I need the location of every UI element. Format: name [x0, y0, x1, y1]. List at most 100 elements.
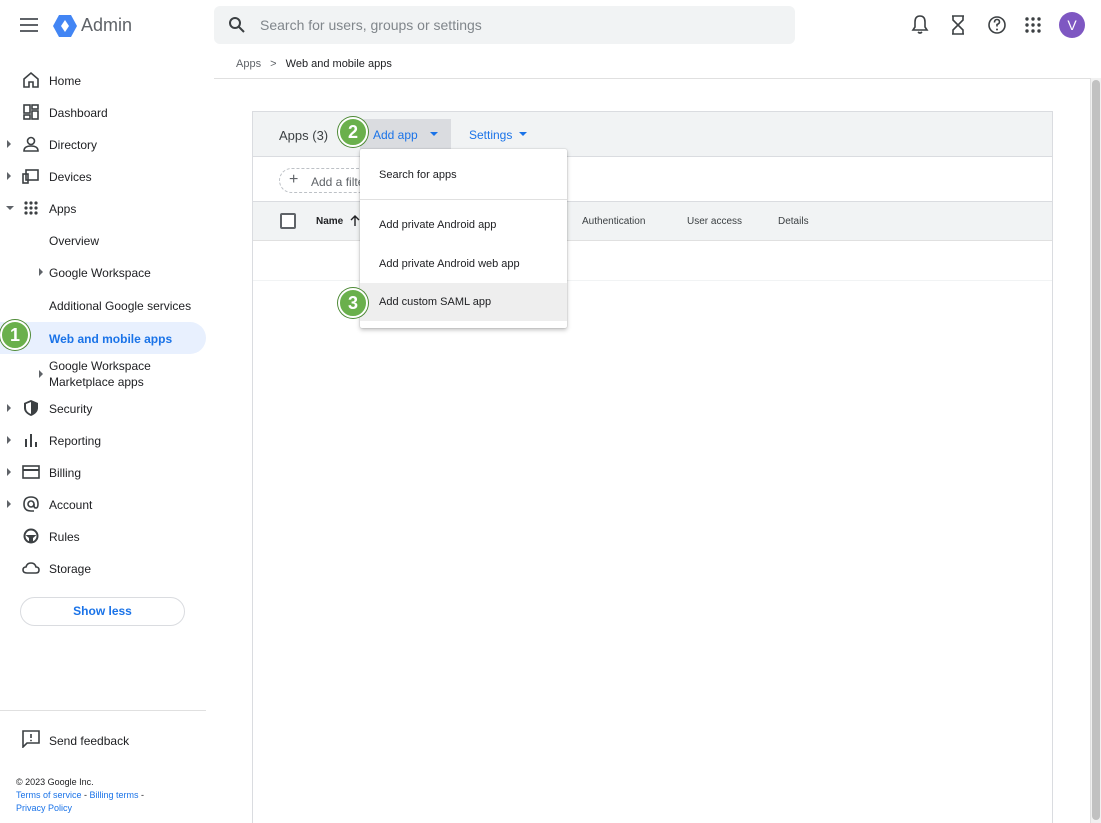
- expand-caret-icon[interactable]: [39, 268, 43, 276]
- menu-item-label: Add custom SAML app: [379, 296, 492, 308]
- sidebar-item-overview[interactable]: Overview: [0, 225, 206, 255]
- sidebar-item-label: Storage: [49, 562, 92, 576]
- column-details[interactable]: Details: [778, 216, 809, 227]
- avatar[interactable]: V: [1059, 12, 1085, 38]
- expand-caret-icon[interactable]: [7, 500, 11, 508]
- billing-terms-link[interactable]: Billing terms: [90, 790, 139, 800]
- menu-item-add-private-android-web-app[interactable]: Add private Android web app: [360, 245, 567, 283]
- at-sign-icon: [23, 496, 39, 512]
- sidebar-item-account[interactable]: Account: [0, 489, 206, 519]
- send-feedback-label: Send feedback: [49, 734, 130, 748]
- breadcrumb-divider: [214, 78, 1090, 79]
- bar-chart-icon: [25, 434, 37, 447]
- devices-icon: [22, 169, 39, 184]
- sidebar-item-apps[interactable]: Apps: [0, 193, 206, 223]
- expand-caret-icon[interactable]: [7, 404, 11, 412]
- settings-button[interactable]: Settings: [469, 128, 512, 142]
- search-icon: [229, 17, 245, 33]
- select-all-checkbox[interactable]: [280, 213, 296, 229]
- dropdown-arrow-icon: [430, 132, 438, 136]
- apps-grid-icon[interactable]: [1025, 17, 1041, 33]
- sidebar-item-dashboard[interactable]: Dashboard: [0, 97, 206, 127]
- help-icon[interactable]: [987, 14, 1007, 36]
- feedback-icon: [22, 730, 40, 748]
- sidebar-item-label: Rules: [49, 530, 80, 544]
- collapse-caret-icon[interactable]: [6, 206, 14, 210]
- expand-caret-icon[interactable]: [7, 468, 11, 476]
- sidebar-item-web-and-mobile-apps[interactable]: Web and mobile apps: [0, 322, 206, 354]
- settings-dropdown-arrow-icon[interactable]: [519, 132, 527, 136]
- step-badge-1: 1: [0, 320, 30, 350]
- sidebar-item-rules[interactable]: Rules: [0, 521, 206, 551]
- sidebar-item-label: Overview: [49, 234, 100, 248]
- menu-item-label: Search for apps: [379, 169, 457, 181]
- menu-item-label: Add private Android web app: [379, 258, 520, 270]
- menu-item-label: Add private Android app: [379, 219, 497, 231]
- admin-logo-icon: [53, 15, 77, 37]
- top-bar: Admin V: [0, 0, 1101, 52]
- sidebar-item-storage[interactable]: Storage: [0, 553, 206, 583]
- expand-caret-icon[interactable]: [7, 140, 11, 148]
- shield-icon: [24, 400, 38, 416]
- sidebar-item-label: Dashboard: [49, 106, 108, 120]
- sidebar-item-google-workspace[interactable]: Google Workspace: [0, 257, 206, 287]
- expand-caret-icon[interactable]: [7, 172, 11, 180]
- terms-of-service-link[interactable]: Terms of service: [16, 790, 82, 800]
- sidebar-item-label: Billing: [49, 466, 82, 480]
- sidebar-item-marketplace-apps[interactable]: Google Workspace Marketplace apps: [0, 356, 206, 392]
- apps-grid-icon: [24, 201, 38, 215]
- sidebar-item-label: Web and mobile apps: [49, 332, 173, 346]
- dashboard-icon: [23, 104, 39, 120]
- page-scrollbar[interactable]: [1090, 78, 1101, 823]
- column-user-access[interactable]: User access: [687, 216, 742, 227]
- column-authentication[interactable]: Authentication: [582, 216, 645, 227]
- step-badge-2: 2: [338, 117, 368, 147]
- sidebar-item-label: Home: [49, 74, 82, 88]
- breadcrumb: Apps > Web and mobile apps: [236, 58, 392, 70]
- sidebar-item-label: Google Workspace: [49, 359, 151, 373]
- main-menu-icon[interactable]: [18, 14, 40, 36]
- copyright-text: © 2023 Google Inc.: [16, 777, 94, 787]
- plus-icon: +: [289, 171, 299, 188]
- settings-label: Settings: [469, 128, 513, 142]
- breadcrumb-current: Web and mobile apps: [285, 58, 392, 70]
- breadcrumb-separator: >: [270, 58, 277, 70]
- privacy-policy-link[interactable]: Privacy Policy: [16, 803, 72, 813]
- sidebar-item-home[interactable]: Home: [0, 65, 206, 95]
- sidebar-divider: [0, 710, 206, 711]
- search-input[interactable]: [260, 6, 780, 44]
- expand-caret-icon[interactable]: [39, 370, 43, 378]
- sidebar-item-billing[interactable]: Billing: [0, 457, 206, 487]
- sidebar-item-label: Additional Google services: [49, 299, 192, 313]
- menu-item-add-private-android-app[interactable]: Add private Android app: [360, 206, 567, 244]
- apps-count-title: Apps (3): [279, 128, 329, 143]
- search-bar[interactable]: [214, 6, 795, 44]
- add-app-button[interactable]: Add app: [360, 119, 451, 149]
- show-less-button[interactable]: Show less: [20, 597, 185, 626]
- brand-title: Admin: [81, 15, 133, 35]
- menu-item-add-custom-saml-app[interactable]: Add custom SAML app: [360, 283, 567, 321]
- footer-legal: © 2023 Google Inc. Terms of service - Bi…: [16, 777, 145, 813]
- scrollbar-thumb[interactable]: [1092, 80, 1100, 820]
- sidebar-item-label: Reporting: [49, 434, 102, 448]
- sidebar-item-label: Directory: [49, 138, 98, 152]
- expand-caret-icon[interactable]: [7, 436, 11, 444]
- sidebar-item-additional-google-services[interactable]: Additional Google services: [0, 290, 206, 320]
- home-icon: [23, 71, 39, 88]
- sidebar-item-label: Security: [49, 402, 93, 416]
- tasks-hourglass-icon[interactable]: [949, 14, 967, 36]
- sort-up-arrow-icon[interactable]: [350, 215, 360, 227]
- sidebar-item-reporting[interactable]: Reporting: [0, 425, 206, 455]
- sidebar-item-directory[interactable]: Directory: [0, 129, 206, 159]
- column-name[interactable]: Name: [316, 216, 343, 227]
- rules-steering-icon: [23, 528, 39, 544]
- sidebar-item-label: Marketplace apps: [49, 375, 144, 389]
- menu-item-search-for-apps[interactable]: Search for apps: [360, 156, 567, 194]
- notifications-icon[interactable]: [910, 14, 930, 36]
- step-badge-3: 3: [338, 288, 368, 318]
- breadcrumb-apps-link[interactable]: Apps: [236, 58, 261, 70]
- person-icon: [23, 136, 39, 152]
- sidebar-item-security[interactable]: Security: [0, 393, 206, 423]
- sidebar-item-devices[interactable]: Devices: [0, 161, 206, 191]
- sidebar-item-label: Account: [49, 498, 93, 512]
